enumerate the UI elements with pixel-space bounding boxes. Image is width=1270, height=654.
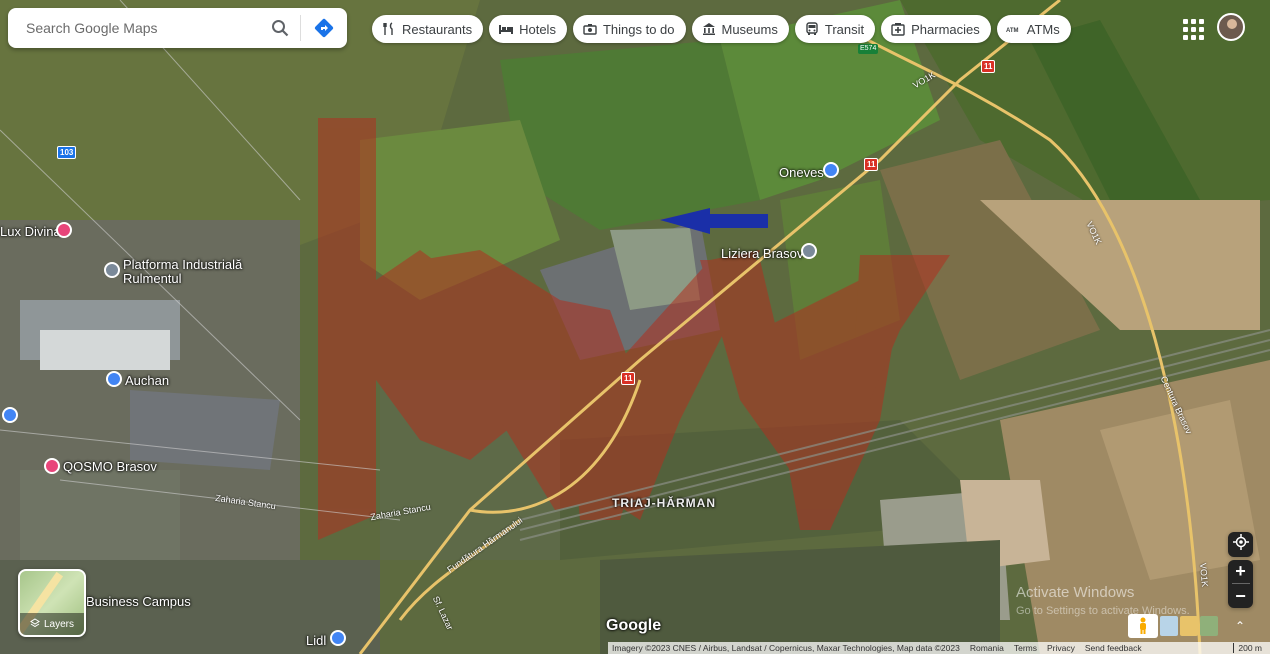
place-platforma[interactable]: Platforma Industrială Rulmentul — [123, 258, 253, 286]
search-box[interactable] — [8, 8, 347, 48]
zoom-in-button[interactable]: + — [1235, 561, 1246, 582]
layers-label: Layers — [43, 618, 74, 630]
thumb-2[interactable] — [1180, 616, 1198, 636]
place-auchan[interactable]: Auchan — [125, 373, 169, 388]
chip-museums[interactable]: Museums — [691, 15, 789, 43]
fork-knife-icon — [381, 21, 397, 37]
place-qosmo[interactable]: QOSMO Brasov — [63, 459, 157, 474]
imagery-credit: Imagery ©2023 CNES / Airbus, Landsat / C… — [612, 643, 960, 653]
place-lidl[interactable]: Lidl — [306, 633, 326, 648]
google-apps-icon[interactable] — [1180, 16, 1204, 40]
category-chips: Restaurants Hotels Things to do Museums … — [372, 15, 1071, 43]
chip-pharmacies[interactable]: Pharmacies — [881, 15, 991, 43]
place-pin-icon[interactable] — [2, 407, 18, 423]
road-shield-e574: E574 — [858, 44, 879, 54]
shopping-pin-icon[interactable] — [106, 371, 122, 387]
place-liziera[interactable]: Liziera Brasov — [721, 246, 803, 261]
layers-icon — [30, 617, 40, 631]
pharmacy-icon — [890, 21, 906, 37]
bed-icon — [498, 21, 514, 37]
hotel-pin-icon[interactable] — [44, 458, 60, 474]
search-icon[interactable] — [260, 8, 300, 48]
layers-button[interactable]: Layers — [18, 569, 86, 637]
road-shield-11: 11 — [621, 372, 636, 385]
satellite-map[interactable]: Lux Divina Platforma Industrială Rulment… — [0, 0, 1270, 654]
imagery-thumbnails[interactable] — [1160, 616, 1218, 636]
map-imagery — [0, 0, 1270, 654]
bus-icon — [804, 21, 820, 37]
place-pin-icon[interactable] — [823, 162, 839, 178]
expand-chevron-icon[interactable]: ⌃ — [1228, 614, 1252, 638]
google-logo: Google — [606, 617, 662, 634]
chip-things-to-do[interactable]: Things to do — [572, 15, 686, 43]
road-shield-11: 11 — [864, 158, 879, 171]
search-input[interactable] — [8, 8, 260, 48]
place-pin-icon[interactable] — [801, 243, 817, 259]
museum-icon — [701, 21, 717, 37]
windows-activation-title: Activate Windows — [1016, 584, 1135, 601]
thumb-3[interactable] — [1200, 616, 1218, 636]
road-shield-11: 11 — [981, 60, 996, 73]
area-triaj-harman: TRIAJ-HĂRMAN — [612, 496, 716, 510]
chip-restaurants[interactable]: Restaurants — [372, 15, 484, 43]
footer-feedback-link[interactable]: Send feedback — [1081, 643, 1148, 653]
my-location-button[interactable] — [1228, 532, 1253, 557]
account-avatar[interactable] — [1217, 13, 1245, 41]
gps-icon — [1232, 534, 1249, 555]
scale-bar[interactable]: 200 m — [1233, 643, 1270, 653]
footer-terms-link[interactable]: Terms — [1010, 643, 1043, 653]
road-label-vo1k: VO1K — [1197, 562, 1211, 588]
map-footer: Imagery ©2023 CNES / Airbus, Landsat / C… — [608, 642, 1270, 654]
road-shield-103: 103 — [57, 146, 77, 159]
footer-country[interactable]: Romania — [966, 643, 1010, 653]
footer-privacy-link[interactable]: Privacy — [1043, 643, 1081, 653]
thumb-1[interactable] — [1160, 616, 1178, 636]
zoom-controls: + − — [1228, 560, 1253, 608]
directions-icon[interactable] — [301, 8, 347, 48]
zoom-out-button[interactable]: − — [1235, 586, 1246, 607]
chip-hotels[interactable]: Hotels — [489, 15, 567, 43]
hotel-pin-icon[interactable] — [56, 222, 72, 238]
camera-icon — [582, 21, 598, 37]
place-lux-divina[interactable]: Lux Divina — [0, 224, 61, 239]
svg-text:ATM: ATM — [1006, 28, 1019, 34]
atm-icon: ATM — [1006, 21, 1022, 37]
place-pin-icon[interactable] — [104, 262, 120, 278]
street-view-pegman-icon[interactable] — [1128, 614, 1158, 638]
shopping-pin-icon[interactable] — [330, 630, 346, 646]
place-business-campus[interactable]: Business Campus — [86, 594, 191, 609]
chip-atms[interactable]: ATM ATMs — [996, 15, 1071, 43]
chip-transit[interactable]: Transit — [794, 15, 876, 43]
place-oneves[interactable]: Oneves — [779, 165, 824, 180]
